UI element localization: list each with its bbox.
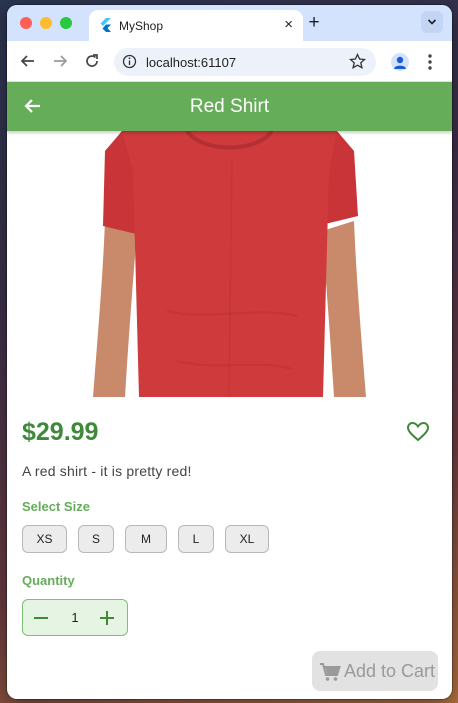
forward-arrow-icon[interactable]	[51, 52, 69, 70]
browser-toolbar: localhost:61107	[7, 41, 452, 82]
size-option-s[interactable]: S	[78, 525, 114, 553]
heart-outline-icon[interactable]	[406, 420, 430, 444]
quantity-label: Quantity	[22, 573, 75, 588]
tab-close-button[interactable]: ×	[284, 16, 293, 34]
minimize-window-button[interactable]	[40, 17, 52, 29]
reload-icon[interactable]	[83, 52, 101, 70]
chevron-down-icon	[427, 19, 437, 25]
back-arrow-icon[interactable]	[19, 52, 37, 70]
size-option-xs[interactable]: XS	[22, 525, 67, 553]
more-menu-icon[interactable]	[427, 53, 433, 71]
product-price: $29.99	[22, 418, 99, 446]
size-option-xl[interactable]: XL	[225, 525, 269, 553]
plus-icon[interactable]	[98, 609, 116, 627]
product-image	[7, 131, 452, 397]
tab-search-button[interactable]	[421, 11, 443, 33]
maximize-window-button[interactable]	[60, 17, 72, 29]
size-option-m[interactable]: M	[125, 525, 167, 553]
app-bar: Red Shirt	[7, 82, 452, 131]
red-t-shirt-photo	[93, 131, 366, 397]
browser-window: MyShop × + localhost:61107 Red Shirt $29…	[7, 5, 452, 699]
add-to-cart-button[interactable]: Add to Cart	[312, 651, 438, 691]
select-size-label: Select Size	[22, 499, 90, 514]
size-option-l[interactable]: L	[178, 525, 214, 553]
page-title: Red Shirt	[189, 96, 270, 117]
add-to-cart-label: Add to Cart	[344, 661, 436, 681]
address-bar[interactable]: localhost:61107	[114, 48, 376, 76]
tab-title: MyShop	[119, 19, 164, 33]
flutter-icon	[100, 18, 111, 32]
info-icon[interactable]	[122, 54, 137, 69]
browser-tab[interactable]: MyShop ×	[89, 10, 303, 41]
new-tab-button[interactable]: +	[305, 13, 323, 33]
tab-strip: MyShop × +	[7, 5, 452, 41]
url-text[interactable]: localhost:61107	[146, 55, 236, 70]
person-icon	[394, 56, 406, 69]
product-description: A red shirt - it is pretty red!	[22, 463, 192, 479]
bookmark-star-icon[interactable]	[349, 53, 366, 70]
quantity-stepper: 1	[22, 599, 128, 636]
shopping-cart-icon	[320, 663, 341, 681]
profile-avatar-icon[interactable]	[391, 53, 409, 71]
close-window-button[interactable]	[20, 17, 32, 29]
